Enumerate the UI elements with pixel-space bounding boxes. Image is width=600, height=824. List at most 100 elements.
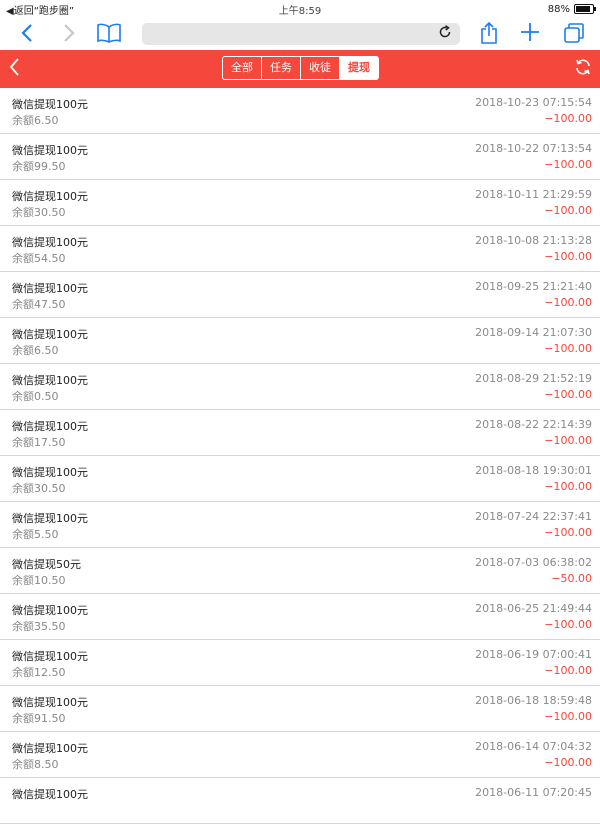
forward-icon[interactable] — [62, 22, 76, 49]
record-amount: −50.00 — [551, 572, 592, 585]
back-to-app-link[interactable]: ◀返回“跑步圈” — [6, 2, 74, 17]
address-bar[interactable] — [142, 23, 460, 45]
record-row[interactable]: 微信提现100元 余额12.50 2018-06-19 07:00:41 −10… — [0, 640, 600, 686]
reload-icon[interactable] — [438, 25, 452, 43]
record-row[interactable]: 微信提现50元 余额10.50 2018-07-03 06:38:02 −50.… — [0, 548, 600, 594]
record-title: 微信提现100元 — [12, 236, 88, 249]
record-time: 2018-06-25 21:49:44 — [475, 602, 592, 615]
record-balance: 余额35.50 — [12, 620, 66, 633]
tab-withdraw[interactable]: 提现 — [340, 57, 378, 79]
record-title: 微信提现100元 — [12, 650, 88, 663]
record-row[interactable]: 微信提现100元 余额54.50 2018-10-08 21:13:28 −10… — [0, 226, 600, 272]
record-amount: −100.00 — [544, 112, 592, 125]
tab-apprentices[interactable]: 收徒 — [301, 57, 340, 79]
record-title: 微信提现100元 — [12, 282, 88, 295]
withdraw-record-list: 微信提现100元 余额6.50 2018-10-23 07:15:54 −100… — [0, 88, 600, 824]
record-time: 2018-10-23 07:15:54 — [475, 96, 592, 109]
tab-all[interactable]: 全部 — [223, 57, 262, 79]
record-amount: −100.00 — [544, 710, 592, 723]
record-row[interactable]: 微信提现100元 余额30.50 2018-10-11 21:29:59 −10… — [0, 180, 600, 226]
record-row[interactable]: 微信提现100元 余额35.50 2018-06-25 21:49:44 −10… — [0, 594, 600, 640]
record-amount: −100.00 — [544, 342, 592, 355]
record-row[interactable]: 微信提现100元 2018-06-11 07:20:45 — [0, 778, 600, 824]
record-time: 2018-09-25 21:21:40 — [475, 280, 592, 293]
record-time: 2018-10-11 21:29:59 — [475, 188, 592, 201]
record-time: 2018-07-24 22:37:41 — [475, 510, 592, 523]
app-header: 全部 任务 收徒 提现 — [0, 50, 600, 88]
record-amount: −100.00 — [544, 158, 592, 171]
record-balance: 余额6.50 — [12, 344, 59, 357]
record-title: 微信提现100元 — [12, 604, 88, 617]
battery-status: 88% — [547, 3, 596, 15]
record-balance: 余额47.50 — [12, 298, 66, 311]
record-amount: −100.00 — [544, 388, 592, 401]
browser-toolbar — [0, 18, 600, 50]
record-title: 微信提现100元 — [12, 144, 88, 157]
record-time: 2018-06-14 07:04:32 — [475, 740, 592, 753]
record-time: 2018-06-11 07:20:45 — [475, 786, 592, 799]
record-amount: −100.00 — [544, 434, 592, 447]
record-balance: 余额10.50 — [12, 574, 66, 587]
record-title: 微信提现100元 — [12, 696, 88, 709]
record-row[interactable]: 微信提现100元 余额0.50 2018-08-29 21:52:19 −100… — [0, 364, 600, 410]
record-row[interactable]: 微信提现100元 余额6.50 2018-09-14 21:07:30 −100… — [0, 318, 600, 364]
record-row[interactable]: 微信提现100元 余额30.50 2018-08-18 19:30:01 −10… — [0, 456, 600, 502]
record-row[interactable]: 微信提现100元 余额99.50 2018-10-22 07:13:54 −10… — [0, 134, 600, 180]
record-title: 微信提现50元 — [12, 558, 81, 571]
record-row[interactable]: 微信提现100元 余额47.50 2018-09-25 21:21:40 −10… — [0, 272, 600, 318]
clock: 上午8:59 — [278, 5, 322, 17]
record-row[interactable]: 微信提现100元 余额91.50 2018-06-18 18:59:48 −10… — [0, 686, 600, 732]
record-balance: 余额17.50 — [12, 436, 66, 449]
record-balance: 余额91.50 — [12, 712, 66, 725]
record-balance: 余额99.50 — [12, 160, 66, 173]
record-amount: −100.00 — [544, 250, 592, 263]
record-amount: −100.00 — [544, 296, 592, 309]
record-title: 微信提现100元 — [12, 742, 88, 755]
record-balance: 余额54.50 — [12, 252, 66, 265]
record-time: 2018-09-14 21:07:30 — [475, 326, 592, 339]
record-amount: −100.00 — [544, 664, 592, 677]
record-row[interactable]: 微信提现100元 余额6.50 2018-10-23 07:15:54 −100… — [0, 88, 600, 134]
battery-percent: 88% — [547, 3, 570, 15]
record-time: 2018-06-18 18:59:48 — [475, 694, 592, 707]
record-time: 2018-08-22 22:14:39 — [475, 418, 592, 431]
record-title: 微信提现100元 — [12, 98, 88, 111]
back-icon[interactable] — [20, 22, 34, 49]
record-time: 2018-10-08 21:13:28 — [475, 234, 592, 247]
battery-icon — [574, 4, 596, 14]
record-balance: 余额8.50 — [12, 758, 59, 771]
record-balance: 余额12.50 — [12, 666, 66, 679]
record-amount: −100.00 — [544, 526, 592, 539]
refresh-icon[interactable] — [574, 58, 592, 81]
record-time: 2018-06-19 07:00:41 — [475, 648, 592, 661]
record-time: 2018-07-03 06:38:02 — [475, 556, 592, 569]
record-row[interactable]: 微信提现100元 余额5.50 2018-07-24 22:37:41 −100… — [0, 502, 600, 548]
record-time: 2018-10-22 07:13:54 — [475, 142, 592, 155]
record-time: 2018-08-18 19:30:01 — [475, 464, 592, 477]
status-bar: ◀返回“跑步圈” 上午8:59 88% — [0, 0, 600, 18]
record-title: 微信提现100元 — [12, 512, 88, 525]
record-balance: 余额30.50 — [12, 482, 66, 495]
record-balance: 余额30.50 — [12, 206, 66, 219]
record-title: 微信提现100元 — [12, 190, 88, 203]
record-balance: 余额6.50 — [12, 114, 59, 127]
tabs-icon[interactable] — [563, 22, 585, 49]
filter-tabs: 全部 任务 收徒 提现 — [222, 56, 379, 80]
bookmarks-icon[interactable] — [96, 23, 122, 48]
record-time: 2018-08-29 21:52:19 — [475, 372, 592, 385]
record-amount: −100.00 — [544, 480, 592, 493]
tab-tasks[interactable]: 任务 — [262, 57, 301, 79]
record-balance: 余额5.50 — [12, 528, 59, 541]
share-icon[interactable] — [480, 21, 498, 50]
record-title: 微信提现100元 — [12, 328, 88, 341]
record-amount: −100.00 — [544, 618, 592, 631]
record-row[interactable]: 微信提现100元 余额17.50 2018-08-22 22:14:39 −10… — [0, 410, 600, 456]
record-row[interactable]: 微信提现100元 余额8.50 2018-06-14 07:04:32 −100… — [0, 732, 600, 778]
record-title: 微信提现100元 — [12, 374, 88, 387]
back-button[interactable] — [8, 56, 20, 83]
record-title: 微信提现100元 — [12, 420, 88, 433]
record-title: 微信提现100元 — [12, 466, 88, 479]
record-balance: 余额0.50 — [12, 390, 59, 403]
record-amount: −100.00 — [544, 756, 592, 769]
new-tab-icon[interactable] — [520, 22, 540, 47]
